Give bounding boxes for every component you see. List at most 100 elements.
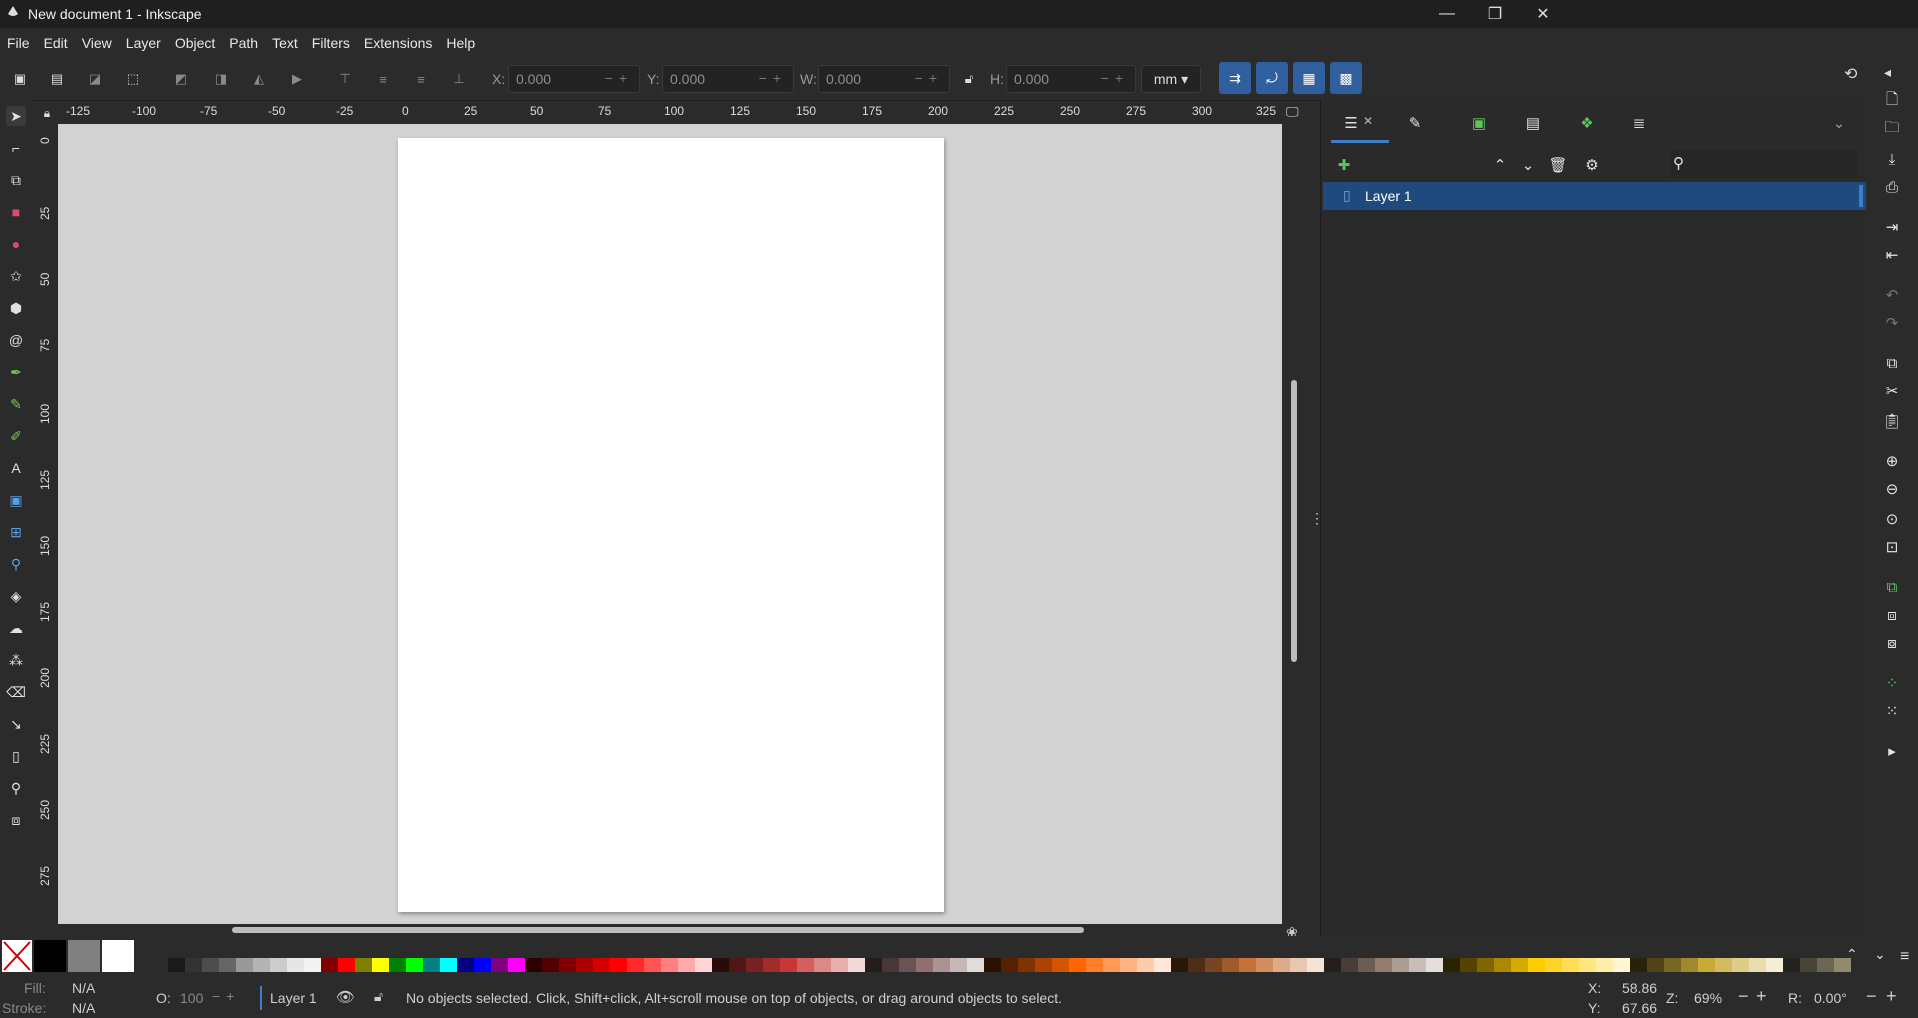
rotate-cw-button[interactable]: + bbox=[1886, 986, 1897, 1007]
menu-path[interactable]: Path bbox=[222, 35, 265, 51]
visibility-eye-icon[interactable]: 👁︎ bbox=[336, 988, 355, 1006]
palette-swatch[interactable] bbox=[1188, 958, 1205, 972]
palette-swatch[interactable] bbox=[831, 958, 848, 972]
palette-scroll-up-icon[interactable]: ⌃ bbox=[1846, 946, 1858, 963]
tab-export[interactable]: ▣ bbox=[1465, 112, 1493, 134]
palette-swatch[interactable] bbox=[882, 958, 899, 972]
palette-swatch[interactable] bbox=[1018, 958, 1035, 972]
palette-swatch[interactable] bbox=[440, 958, 457, 972]
palette-swatch[interactable] bbox=[1783, 958, 1800, 972]
palette-swatch[interactable] bbox=[474, 958, 491, 972]
palette-swatch[interactable] bbox=[253, 958, 270, 972]
flip-horizontal-icon[interactable]: ◭ bbox=[250, 70, 268, 88]
palette-swatch[interactable] bbox=[355, 958, 372, 972]
palette-swatch[interactable] bbox=[423, 958, 440, 972]
palette-swatch[interactable] bbox=[1307, 958, 1324, 972]
palette-swatch[interactable] bbox=[1511, 958, 1528, 972]
gradient-tool-icon[interactable]: ▣ bbox=[6, 490, 26, 510]
palette-swatch[interactable] bbox=[1409, 958, 1426, 972]
deselect-icon[interactable]: ◪ bbox=[86, 70, 104, 88]
palette-swatch[interactable] bbox=[1664, 958, 1681, 972]
layer-search-field[interactable]: ⚲ bbox=[1671, 150, 1857, 178]
palette-swatch[interactable] bbox=[1817, 958, 1834, 972]
lock-ratio-icon[interactable]: 🔓︎ bbox=[960, 70, 978, 88]
palette-swatch[interactable] bbox=[542, 958, 559, 972]
palette-swatch[interactable] bbox=[372, 958, 389, 972]
opacity-value[interactable]: 100 bbox=[180, 990, 203, 1006]
menu-view[interactable]: View bbox=[75, 35, 119, 51]
calligraphy-tool-icon[interactable]: ✐ bbox=[6, 426, 26, 446]
palette-swatch[interactable] bbox=[865, 958, 882, 972]
select-all-layers-icon[interactable]: ▤ bbox=[48, 70, 66, 88]
palette-swatch[interactable] bbox=[168, 958, 185, 972]
menu-layer[interactable]: Layer bbox=[119, 35, 168, 51]
undo-icon[interactable]: ↶ bbox=[1881, 284, 1903, 306]
palette-swatch[interactable] bbox=[1239, 958, 1256, 972]
transform-gradients-button[interactable]: ▦ bbox=[1293, 62, 1325, 94]
palette-swatch[interactable] bbox=[984, 958, 1001, 972]
paste-icon[interactable]: 📋︎ bbox=[1881, 410, 1903, 432]
palette-swatch[interactable] bbox=[457, 958, 474, 972]
node-tool-icon[interactable]: ⌐ bbox=[6, 138, 26, 158]
palette-swatch[interactable] bbox=[1800, 958, 1817, 972]
palette-swatch[interactable] bbox=[338, 958, 355, 972]
palette-swatch[interactable] bbox=[1069, 958, 1086, 972]
raise-icon[interactable]: ≡ bbox=[374, 70, 392, 88]
palette-swatch[interactable] bbox=[1273, 958, 1290, 972]
y-field[interactable]: 0.000 −+ bbox=[662, 65, 794, 93]
group-icon[interactable]: ⁘ bbox=[1881, 672, 1903, 694]
palette-swatch[interactable] bbox=[1358, 958, 1375, 972]
spray-tool-icon[interactable]: ⁂ bbox=[6, 650, 26, 670]
ellipse-tool-icon[interactable]: ● bbox=[6, 234, 26, 254]
lock-guides-icon[interactable]: 🔒︎ bbox=[36, 102, 58, 124]
menu-file[interactable]: File bbox=[0, 35, 37, 51]
palette-swatch[interactable] bbox=[576, 958, 593, 972]
select-same-icon[interactable]: ⬚ bbox=[124, 70, 142, 88]
pencil-tool-icon[interactable]: ✎ bbox=[6, 394, 26, 414]
palette-swatch[interactable] bbox=[1120, 958, 1137, 972]
x-stepper[interactable]: −+ bbox=[605, 70, 633, 86]
palette-swatch[interactable] bbox=[950, 958, 967, 972]
move-up-icon[interactable]: ⌃ bbox=[1491, 156, 1509, 174]
palette-scroll-down-icon[interactable]: ⌄ bbox=[1874, 946, 1886, 963]
tab-align-distribute[interactable]: ≣ bbox=[1625, 112, 1653, 134]
tabs-overflow-button[interactable]: ⌄ bbox=[1825, 112, 1853, 134]
palette-swatch[interactable] bbox=[780, 958, 797, 972]
palette-swatch[interactable] bbox=[1545, 958, 1562, 972]
text-tool-icon[interactable]: A bbox=[6, 458, 26, 478]
palette-swatch[interactable] bbox=[1562, 958, 1579, 972]
unlink-clone-icon[interactable]: ⧇ bbox=[1881, 632, 1903, 654]
zoom-in-button[interactable]: + bbox=[1756, 986, 1767, 1007]
palette-swatch[interactable] bbox=[1647, 958, 1664, 972]
palette-swatch[interactable] bbox=[1137, 958, 1154, 972]
opacity-stepper[interactable]: −+ bbox=[212, 988, 240, 1004]
rectangle-tool-icon[interactable]: ■ bbox=[6, 202, 26, 222]
palette-swatch[interactable] bbox=[1698, 958, 1715, 972]
palette-swatch[interactable] bbox=[933, 958, 950, 972]
palette-swatch[interactable] bbox=[525, 958, 542, 972]
select-all-icon[interactable]: ▣ bbox=[11, 70, 29, 88]
zoom-selection-icon[interactable]: ⊕ bbox=[1881, 450, 1903, 472]
menu-object[interactable]: Object bbox=[168, 35, 222, 51]
import-icon[interactable]: ⇥ bbox=[1881, 216, 1903, 238]
swatch-gray[interactable] bbox=[68, 940, 100, 972]
print-icon[interactable]: ⎙ bbox=[1881, 176, 1903, 198]
palette-swatch[interactable] bbox=[1596, 958, 1613, 972]
eraser-tool-icon[interactable]: ⌫ bbox=[6, 682, 26, 702]
tab-symbols[interactable]: ❖ bbox=[1573, 112, 1601, 134]
palette-swatch[interactable] bbox=[1341, 958, 1358, 972]
close-button[interactable]: ✕ bbox=[1514, 0, 1572, 28]
lower-to-bottom-icon[interactable]: ⊥ bbox=[450, 70, 468, 88]
palette-swatch[interactable] bbox=[712, 958, 729, 972]
unit-select[interactable]: mm ▾ bbox=[1141, 65, 1201, 93]
palette-swatch[interactable] bbox=[1715, 958, 1732, 972]
palette-swatch[interactable] bbox=[1613, 958, 1630, 972]
vertical-scrollbar[interactable] bbox=[1291, 380, 1297, 662]
palette-swatch[interactable] bbox=[1494, 958, 1511, 972]
palette-swatch[interactable] bbox=[644, 958, 661, 972]
mesh-tool-icon[interactable]: ⊞ bbox=[6, 522, 26, 542]
export-icon[interactable]: ⇤ bbox=[1881, 244, 1903, 266]
palette-swatch[interactable] bbox=[593, 958, 610, 972]
copy-icon[interactable]: ⧉ bbox=[1881, 352, 1903, 374]
palette-swatch[interactable] bbox=[1290, 958, 1307, 972]
